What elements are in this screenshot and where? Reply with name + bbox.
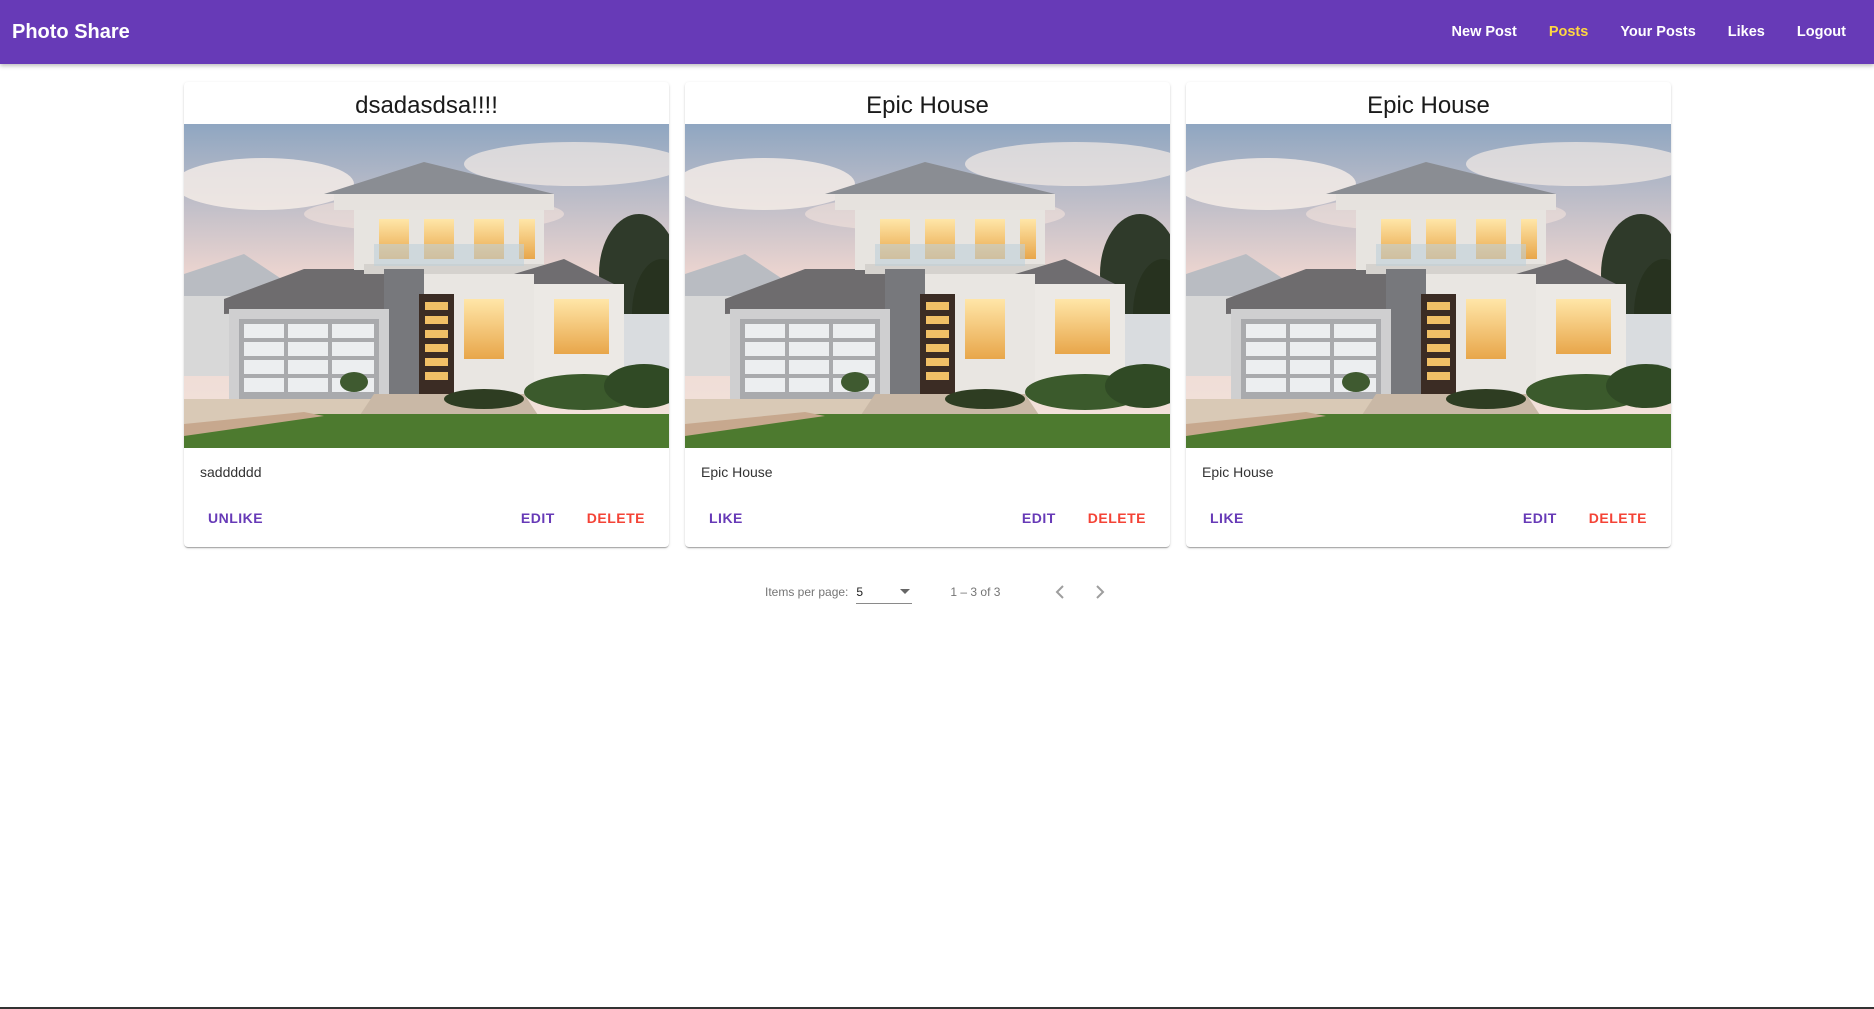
like-button[interactable]: LIKE [1194,500,1260,536]
post-actions: LIKE EDIT DELETE [1194,500,1663,536]
post-title: Epic House [866,92,989,119]
nav-logout[interactable]: Logout [1781,24,1862,40]
unlike-button[interactable]: UNLIKE [192,500,279,536]
post-image [1186,124,1671,448]
items-per-page-value: 5 [856,584,864,599]
post-card: Epic House Epic House LIKE EDIT DELETE [685,82,1170,547]
delete-button[interactable]: DELETE [1573,500,1663,536]
edit-button[interactable]: EDIT [1507,500,1573,536]
nav-your-posts[interactable]: Your Posts [1604,24,1711,40]
post-actions: LIKE EDIT DELETE [693,500,1162,536]
post-list: dsadasdsa!!!! sadddddd UNLIKE EDIT DELET… [184,82,1671,547]
edit-button[interactable]: EDIT [1006,500,1072,536]
post-image [685,124,1170,448]
app-title: Photo Share [12,20,130,43]
items-per-page-select[interactable]: 5 [856,580,913,604]
paginator: Items per page: 5 1 – 3 of 3 [765,572,1120,612]
post-description: Epic House [701,464,773,480]
nav-bar: New Post Posts Your Posts Likes Logout [1436,24,1862,40]
like-button[interactable]: LIKE [693,500,759,536]
chevron-right-icon [1096,585,1105,599]
nav-new-post[interactable]: New Post [1436,24,1533,40]
delete-button[interactable]: DELETE [571,500,661,536]
nav-posts[interactable]: Posts [1533,24,1605,40]
post-image [184,124,669,448]
post-title: dsadasdsa!!!! [355,92,498,119]
chevron-left-icon [1056,585,1065,599]
nav-likes[interactable]: Likes [1712,24,1781,40]
items-per-page-label: Items per page: [765,585,849,599]
page-range-label: 1 – 3 of 3 [950,585,1001,599]
edit-button[interactable]: EDIT [505,500,571,536]
caret-down-icon [900,589,911,594]
post-description: Epic House [1202,464,1274,480]
post-description: sadddddd [200,464,262,480]
top-toolbar: Photo Share New Post Posts Your Posts Li… [0,0,1874,64]
previous-page-button[interactable] [1040,572,1080,612]
post-actions: UNLIKE EDIT DELETE [192,500,661,536]
post-card: dsadasdsa!!!! sadddddd UNLIKE EDIT DELET… [184,82,669,547]
post-title: Epic House [1367,92,1490,119]
post-card: Epic House Epic House LIKE EDIT DELETE [1186,82,1671,547]
delete-button[interactable]: DELETE [1072,500,1162,536]
next-page-button[interactable] [1080,572,1120,612]
